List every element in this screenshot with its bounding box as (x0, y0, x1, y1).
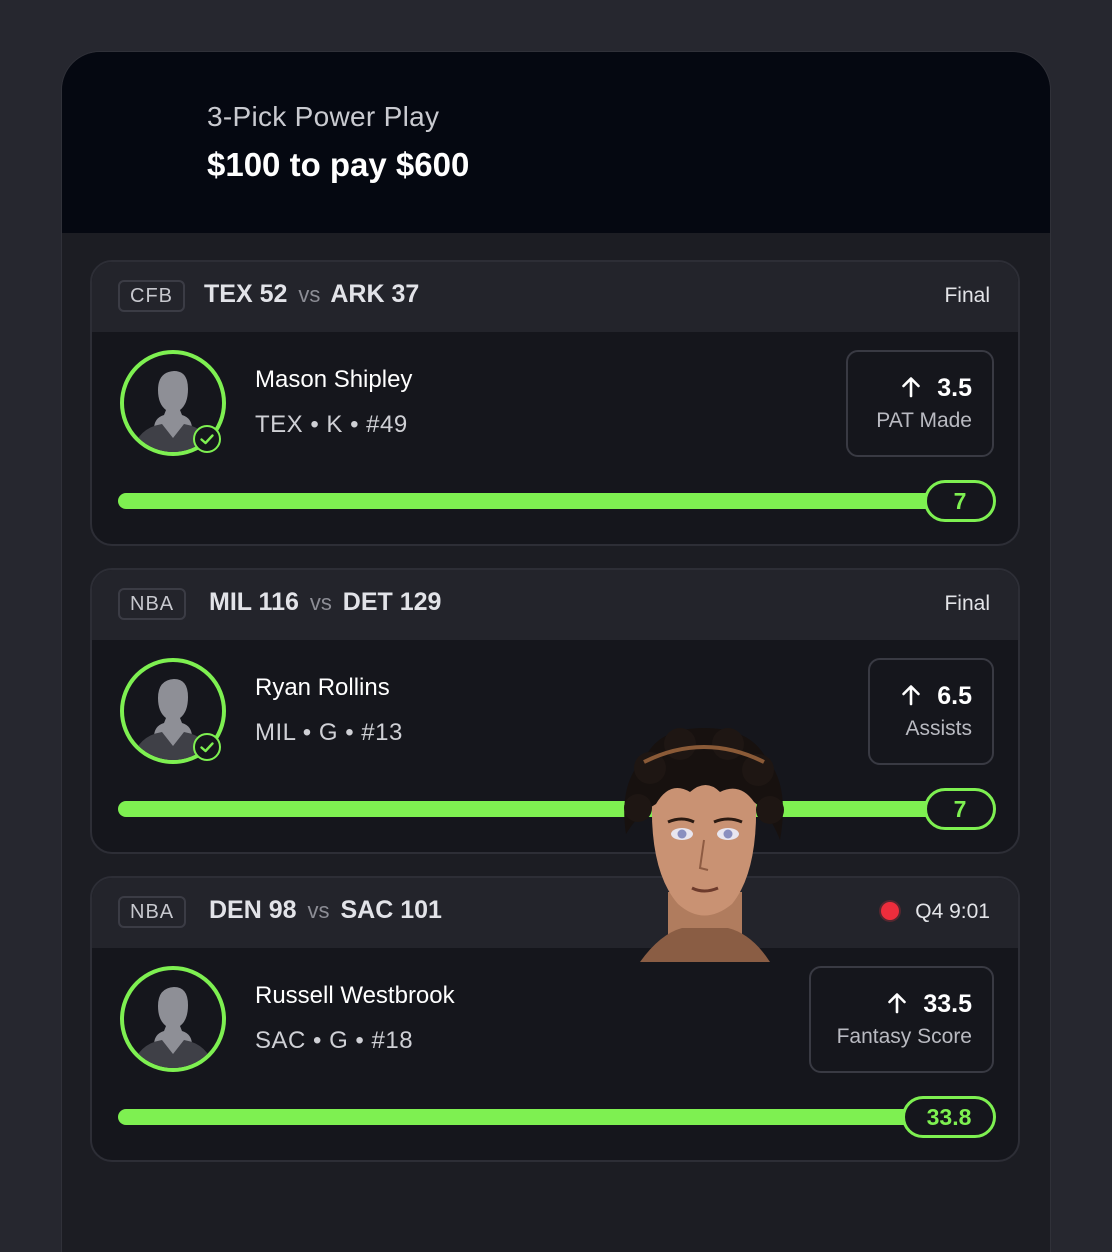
game-status: Q4 9:01 (881, 900, 990, 924)
home-score: 52 (259, 280, 288, 308)
player-silhouette-icon (132, 987, 214, 1068)
away-score: 129 (399, 588, 442, 616)
player-name: Russell Westbrook (255, 982, 455, 1009)
progress-bar (118, 493, 968, 509)
player-meta: TEX • K • #49 (255, 411, 408, 438)
stat-type: PAT Made (876, 409, 972, 432)
stat-type: Fantasy Score (836, 1025, 972, 1048)
player-meta: MIL • G • #13 (255, 719, 403, 746)
game-header: CFB TEX 52 vs ARK 37 Final (92, 262, 1018, 332)
character-portrait-icon (624, 728, 784, 962)
result-pill: 7 (924, 480, 996, 522)
game-status: Final (944, 284, 990, 307)
player-meta: SAC • G • #18 (255, 1027, 414, 1054)
home-team: DEN (209, 896, 262, 924)
home-score: 116 (258, 588, 299, 616)
game-status: Final (944, 592, 990, 615)
line-value: 33.5 (923, 990, 972, 1018)
game-header: NBA MIL 116 vs DET 129 Final (92, 570, 1018, 640)
home-score: 98 (268, 896, 297, 924)
entry-card: 3-Pick Power Play $100 to pay $600 CFB T… (62, 52, 1050, 1252)
result-pill: 33.8 (902, 1096, 996, 1138)
check-icon (193, 425, 221, 453)
vs-label: vs (309, 590, 332, 615)
vs-label: vs (298, 282, 321, 307)
vs-label: vs (307, 898, 330, 923)
pick-card[interactable]: NBA DEN 98 vs SAC 101 Q4 9:01 Russell We… (90, 876, 1020, 1162)
matchup: DEN 98 vs SAC 101 (209, 896, 442, 925)
entry-type: 3-Pick Power Play (207, 101, 440, 132)
live-indicator-icon (881, 902, 900, 920)
projection-box: 3.5 PAT Made (846, 350, 994, 457)
stat-type: Assists (905, 717, 972, 740)
projection-box: 6.5 Assists (868, 658, 994, 765)
result-pill: 7 (924, 788, 996, 830)
character-sticker (620, 722, 788, 962)
matchup: TEX 52 vs ARK 37 (204, 280, 419, 309)
up-arrow-icon (902, 377, 921, 398)
league-badge: CFB (118, 280, 185, 312)
up-arrow-icon (902, 685, 921, 706)
entry-header: 3-Pick Power Play $100 to pay $600 (62, 52, 1050, 233)
player-avatar (120, 966, 226, 1072)
progress-bar (118, 801, 968, 817)
check-icon (193, 733, 221, 761)
pick-card[interactable]: NBA MIL 116 vs DET 129 Final Ryan Rollin… (90, 568, 1020, 854)
pick-card[interactable]: CFB TEX 52 vs ARK 37 Final Mason Shipley… (90, 260, 1020, 546)
game-clock: Q4 9:01 (915, 900, 990, 923)
projection-box: 33.5 Fantasy Score (809, 966, 994, 1073)
home-team: MIL (209, 588, 252, 616)
home-team: TEX (204, 280, 253, 308)
league-badge: NBA (118, 896, 187, 928)
away-team: ARK (330, 280, 385, 308)
entry-payout: $100 to pay $600 (207, 146, 470, 183)
player-name: Ryan Rollins (255, 674, 390, 701)
projection-line: 6.5 (899, 682, 972, 711)
up-arrow-icon (888, 993, 907, 1014)
player-name: Mason Shipley (255, 366, 413, 393)
line-value: 6.5 (937, 682, 972, 710)
progress-bar (118, 1109, 968, 1125)
matchup: MIL 116 vs DET 129 (209, 588, 441, 617)
league-badge: NBA (118, 588, 187, 620)
game-header: NBA DEN 98 vs SAC 101 Q4 9:01 (92, 878, 1018, 948)
projection-line: 3.5 (899, 374, 972, 403)
projection-line: 33.5 (885, 990, 972, 1019)
away-team: SAC (340, 896, 394, 924)
away-score: 101 (400, 896, 442, 924)
line-value: 3.5 (937, 374, 972, 402)
away-team: DET (342, 588, 393, 616)
away-score: 37 (391, 280, 420, 308)
